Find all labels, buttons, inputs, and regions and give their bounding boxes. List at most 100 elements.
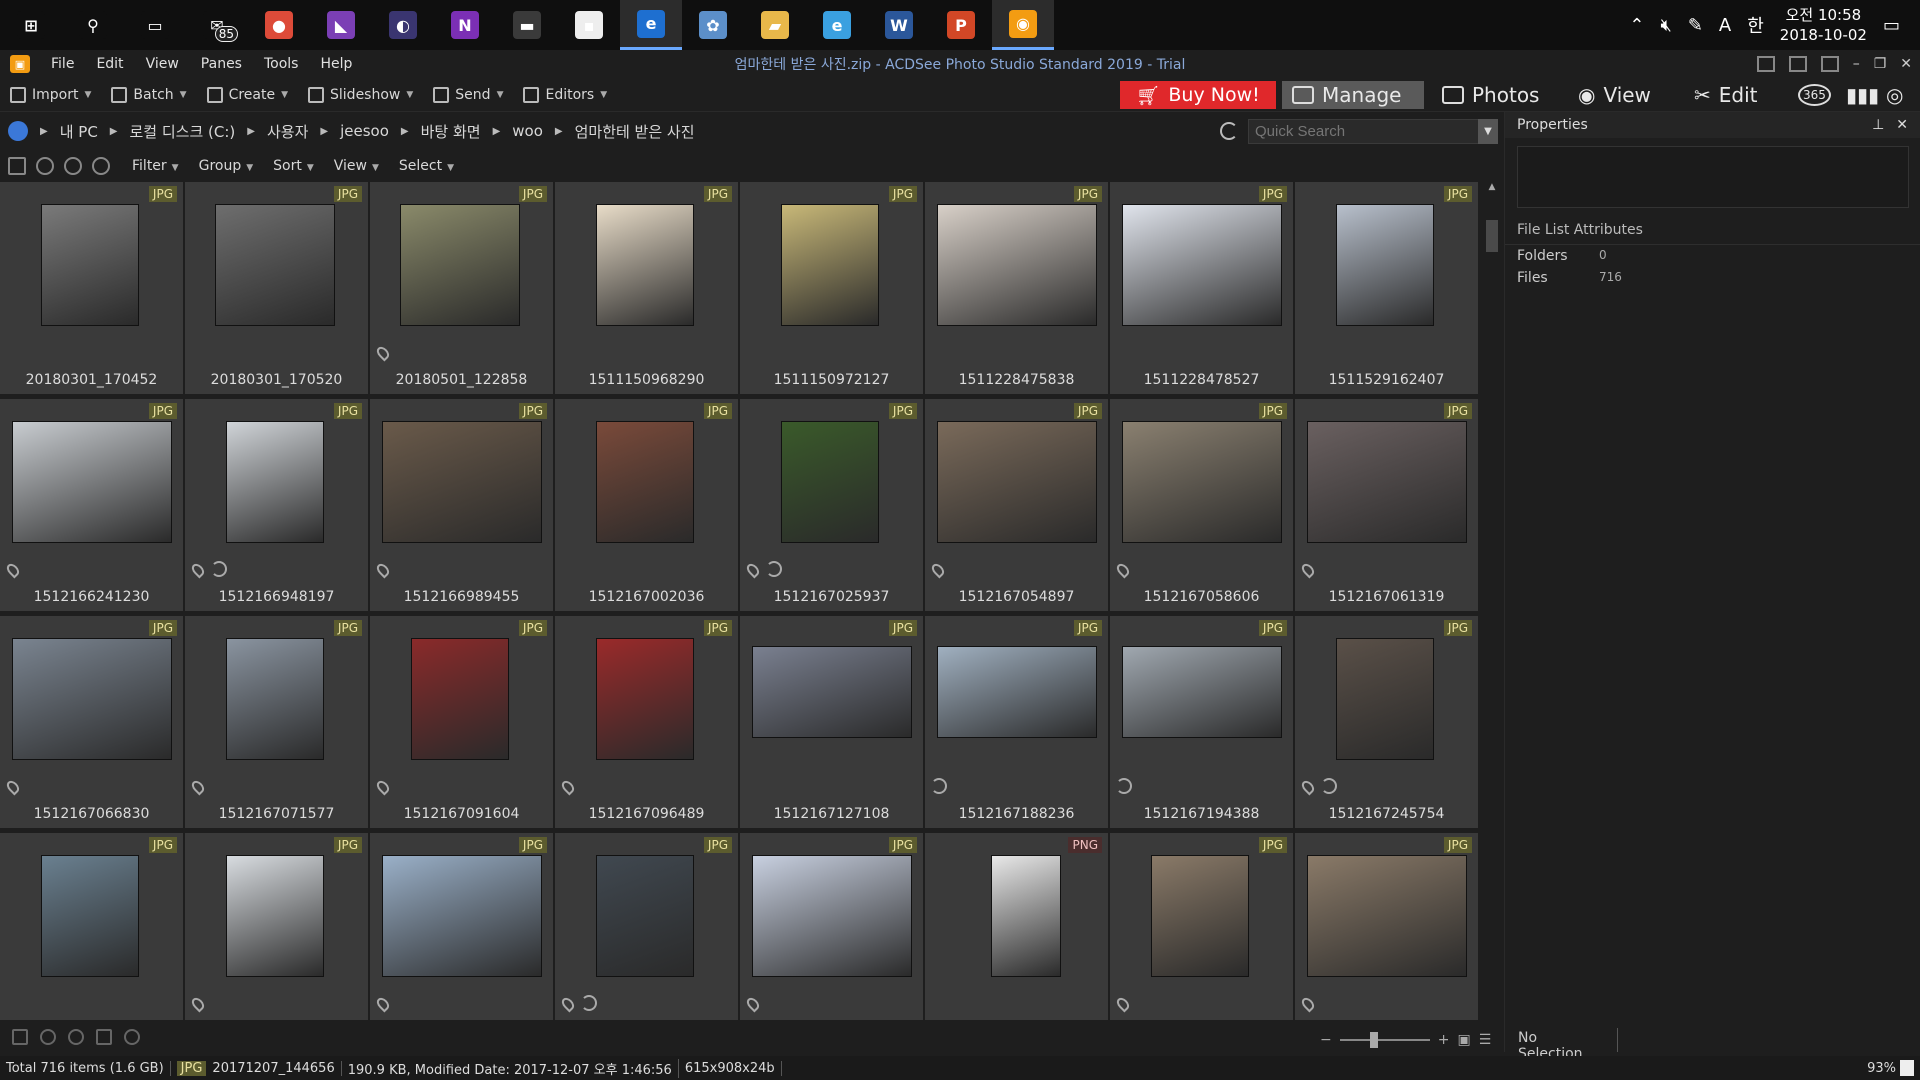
- menu-panes[interactable]: Panes: [190, 56, 253, 72]
- taskbar-app[interactable]: ▬: [496, 0, 558, 50]
- thumbnail-item[interactable]: JPG 1511150968290: [555, 182, 738, 394]
- thumbnail-item[interactable]: JPG 1512167066830: [0, 616, 183, 828]
- mode-view[interactable]: ◉ View: [1568, 81, 1661, 109]
- minimize-icon[interactable]: –: [1853, 56, 1860, 72]
- thumbnail-item[interactable]: JPG 1512167061319: [1295, 399, 1478, 611]
- thumbnail-item[interactable]: JPG: [1295, 833, 1478, 1020]
- breadcrumb-item[interactable]: 사용자 ▶: [267, 121, 340, 142]
- filter-view-menu[interactable]: View ▼: [324, 158, 389, 174]
- details-view-icon[interactable]: ☰: [1479, 1032, 1492, 1048]
- mode-edit[interactable]: ✂ Edit: [1684, 81, 1768, 109]
- thumbnail-item[interactable]: PNG: [925, 833, 1108, 1020]
- breadcrumb-item[interactable]: ▶ 내 PC ▶: [40, 121, 130, 142]
- filter-select-menu[interactable]: Select ▼: [389, 158, 464, 174]
- up-icon[interactable]: [92, 157, 110, 175]
- taskbar-app[interactable]: ●: [248, 0, 310, 50]
- thumbnail-item[interactable]: JPG 1512167054897: [925, 399, 1108, 611]
- close-pane-icon[interactable]: ✕: [1896, 117, 1908, 133]
- breadcrumb-item[interactable]: 엄마한테 받은 사진: [575, 121, 695, 142]
- compare-icon[interactable]: [96, 1029, 112, 1045]
- thumbnail-item[interactable]: JPG: [555, 833, 738, 1020]
- restore-icon[interactable]: ❐: [1874, 56, 1887, 72]
- tool-batch-button[interactable]: Batch ▼: [101, 86, 196, 103]
- thumbnail-item[interactable]: JPG 1512167058606: [1110, 399, 1293, 611]
- tool-slideshow-button[interactable]: Slideshow ▼: [298, 86, 423, 103]
- menu-file[interactable]: File: [40, 56, 85, 72]
- menu-view[interactable]: View: [135, 56, 190, 72]
- mode-photos[interactable]: Photos: [1432, 81, 1549, 109]
- forward-icon[interactable]: [64, 157, 82, 175]
- thumbnail-item[interactable]: JPG 1512167127108: [740, 616, 923, 828]
- pin-pane-icon[interactable]: ⊥: [1872, 117, 1884, 133]
- breadcrumb-item[interactable]: woo ▶: [512, 121, 574, 142]
- mode-365[interactable]: 365: [1788, 81, 1841, 109]
- scroll-up-icon[interactable]: ▲: [1484, 182, 1500, 192]
- filter-sort-menu[interactable]: Sort ▼: [263, 158, 324, 174]
- thumbnail-item[interactable]: JPG 1511228478527: [1110, 182, 1293, 394]
- thumbnail-item[interactable]: JPG: [740, 833, 923, 1020]
- close-icon[interactable]: ✕: [1900, 56, 1912, 72]
- scrollbar-thumb[interactable]: [1486, 220, 1498, 252]
- thumbnail-item[interactable]: JPG 20180301_170520: [185, 182, 368, 394]
- thumbnail-item[interactable]: JPG 1512167071577: [185, 616, 368, 828]
- refresh-icon[interactable]: [1220, 122, 1238, 140]
- taskbar-app[interactable]: ▭: [124, 0, 186, 50]
- layout-right-icon[interactable]: [1820, 56, 1839, 72]
- thumbnail-item[interactable]: JPG 1512167188236: [925, 616, 1108, 828]
- taskbar-app[interactable]: P: [930, 0, 992, 50]
- thumbnail-item[interactable]: JPG: [185, 833, 368, 1020]
- taskbar-app[interactable]: ◣: [310, 0, 372, 50]
- notification-icon[interactable]: ▭: [1883, 15, 1900, 36]
- taskbar-app[interactable]: W: [868, 0, 930, 50]
- thumbnail-item[interactable]: JPG 1511529162407: [1295, 182, 1478, 394]
- layout-left-icon[interactable]: [1756, 56, 1775, 72]
- menu-help[interactable]: Help: [309, 56, 363, 72]
- thumbnail-item[interactable]: JPG 1512167002036: [555, 399, 738, 611]
- breadcrumb-item[interactable]: jeesoo ▶: [340, 121, 421, 142]
- chevron-up-icon[interactable]: ⌃: [1629, 15, 1644, 36]
- quick-search-input[interactable]: [1248, 119, 1498, 144]
- clock[interactable]: 오전 10:58 2018-10-02: [1780, 5, 1867, 45]
- thumbnail-item[interactable]: JPG 1511228475838: [925, 182, 1108, 394]
- thumbnail-item[interactable]: JPG 1512167194388: [1110, 616, 1293, 828]
- taskbar-app[interactable]: N: [434, 0, 496, 50]
- thumbnail-item[interactable]: JPG 1512167091604: [370, 616, 553, 828]
- taskbar-app[interactable]: ▰: [744, 0, 806, 50]
- thumbnail-item[interactable]: JPG: [370, 833, 553, 1020]
- home-icon[interactable]: [8, 157, 26, 175]
- taskbar-app[interactable]: ◐: [372, 0, 434, 50]
- thumbnail-item[interactable]: JPG 1512166989455: [370, 399, 553, 611]
- thumbnail-item[interactable]: JPG 1512167096489: [555, 616, 738, 828]
- menu-edit[interactable]: Edit: [85, 56, 134, 72]
- breadcrumb-item[interactable]: 바탕 화면 ▶: [421, 121, 513, 142]
- pen-icon[interactable]: ✎: [1688, 15, 1703, 36]
- taskbar-app[interactable]: e: [620, 0, 682, 50]
- tool-create-button[interactable]: Create ▼: [197, 86, 298, 103]
- tool-import-button[interactable]: Import ▼: [0, 86, 101, 103]
- thumbnail-item[interactable]: JPG 1512167245754: [1295, 616, 1478, 828]
- slider-knob[interactable]: [1369, 1032, 1378, 1048]
- thumbnail-item[interactable]: JPG: [1110, 833, 1293, 1020]
- taskbar-app[interactable]: ✿: [682, 0, 744, 50]
- buy-now-button[interactable]: 🛒︎ Buy Now!: [1120, 81, 1276, 109]
- back-icon[interactable]: [36, 157, 54, 175]
- layout-bottom-icon[interactable]: [1788, 56, 1807, 72]
- taskbar-app[interactable]: e: [806, 0, 868, 50]
- thumbnail-item[interactable]: JPG 20180301_170452: [0, 182, 183, 394]
- zoom-in-icon[interactable]: +: [1438, 1032, 1450, 1048]
- thumbnail-item[interactable]: JPG: [0, 833, 183, 1020]
- thumbnail-item[interactable]: JPG 1511150972127: [740, 182, 923, 394]
- select-icon[interactable]: [12, 1029, 28, 1045]
- taskbar-app[interactable]: ▪: [558, 0, 620, 50]
- filter-filter-menu[interactable]: Filter ▼: [122, 158, 189, 174]
- thumbnail-view-icon[interactable]: ▣: [1457, 1032, 1470, 1048]
- thumbnail-size-slider[interactable]: − + ▣ ☰: [1320, 1032, 1491, 1048]
- menu-tools[interactable]: Tools: [253, 56, 310, 72]
- grid-scrollbar[interactable]: ▲: [1484, 182, 1500, 1020]
- taskbar-app[interactable]: ◉: [992, 0, 1054, 50]
- search-dropdown-icon[interactable]: ▼: [1478, 119, 1498, 144]
- mode-develop[interactable]: ◎: [1876, 81, 1913, 109]
- rotate-right-icon[interactable]: [68, 1029, 84, 1045]
- location-icon[interactable]: [8, 121, 28, 141]
- play-icon[interactable]: [124, 1029, 140, 1045]
